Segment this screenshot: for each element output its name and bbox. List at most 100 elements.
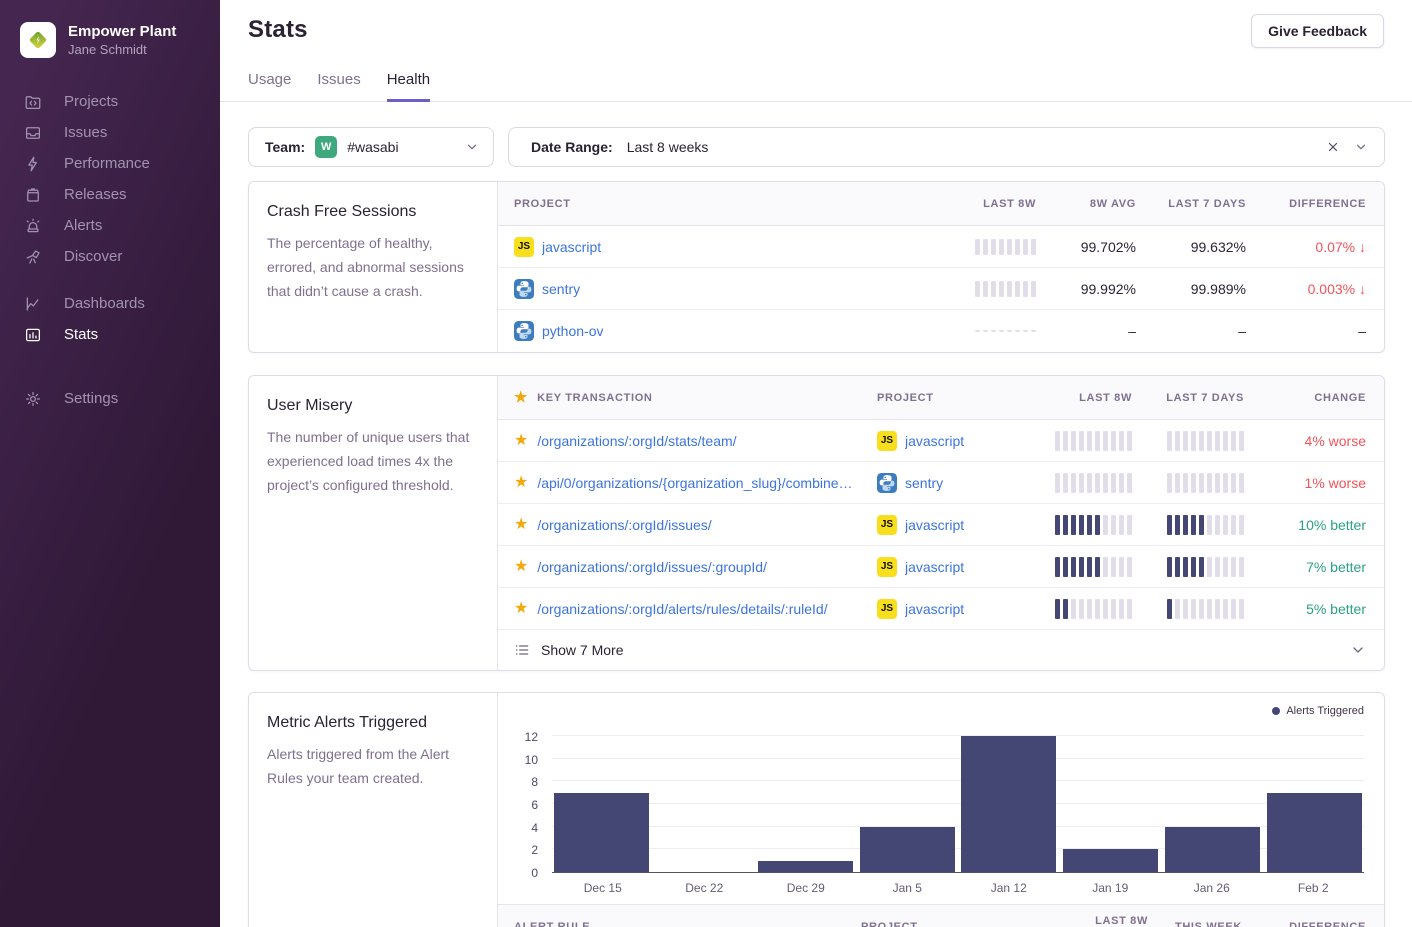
transaction-link[interactable]: /api/0/organizations/{organization_slug}…	[537, 475, 852, 491]
tabs-bar: Usage Issues Health	[220, 71, 1412, 102]
col-difference: DIFFERENCE	[1246, 198, 1366, 210]
alerts-chart-xlabels: Dec 15Dec 22Dec 29Jan 5Jan 12Jan 19Jan 2…	[552, 873, 1364, 904]
org-logo	[20, 22, 56, 58]
user-misery-panel: User Misery The number of unique users t…	[248, 375, 1385, 671]
date-range-value: Last 8 weeks	[627, 139, 709, 155]
panel-description: Alerts triggered from the Alert Rules yo…	[267, 742, 479, 790]
alerts-chart-yaxis: 024681012	[514, 723, 546, 873]
nav-divider-gap	[0, 272, 220, 288]
sidebar-item-alerts[interactable]: Alerts	[0, 210, 220, 241]
project-link[interactable]: sentry	[542, 281, 580, 297]
sidebar-item-label: Alerts	[64, 217, 102, 234]
sidebar-item-performance[interactable]: Performance	[0, 148, 220, 179]
project-link[interactable]: javascript	[905, 559, 964, 575]
chevron-down-icon[interactable]	[465, 140, 479, 154]
package-icon	[24, 186, 42, 204]
metric-alerts-panel: Metric Alerts Triggered Alerts triggered…	[248, 692, 1385, 927]
team-label: Team:	[265, 139, 305, 155]
sidebar-item-releases[interactable]: Releases	[0, 179, 220, 210]
metric-alerts-description: Metric Alerts Triggered Alerts triggered…	[249, 693, 498, 927]
javascript-platform-icon: JS	[877, 599, 897, 619]
project-link[interactable]: python-ov	[542, 323, 603, 339]
sidebar-item-discover[interactable]: Discover	[0, 241, 220, 272]
panel-title: Crash Free Sessions	[267, 203, 479, 221]
key-transaction-star-icon[interactable]: ★	[514, 601, 528, 617]
show-more-button[interactable]: Show 7 More	[498, 630, 1384, 670]
table-row: ★ /organizations/:orgId/alerts/rules/deta…	[498, 588, 1384, 630]
sidebar-item-stats[interactable]: Stats	[0, 319, 220, 350]
chevron-down-icon[interactable]	[1350, 642, 1366, 658]
sidebar-item-label: Releases	[64, 186, 127, 203]
table-header: PROJECT LAST 8W 8W AVG LAST 7 DAYS DIFFE…	[498, 182, 1384, 226]
avg-8w-value: –	[1036, 323, 1136, 339]
sidebar-item-projects[interactable]: Projects	[0, 86, 220, 117]
sidebar-item-label: Dashboards	[64, 295, 145, 312]
tab-issues[interactable]: Issues	[317, 71, 360, 102]
last-7d-value: –	[1136, 323, 1246, 339]
python-platform-icon	[514, 321, 534, 341]
panel-description: The percentage of healthy, errored, and …	[267, 231, 479, 303]
misery-sparkline-7d	[1167, 431, 1244, 451]
crash-free-description: Crash Free Sessions The percentage of he…	[249, 182, 498, 352]
javascript-platform-icon: JS	[514, 237, 534, 257]
clear-icon[interactable]	[1326, 140, 1340, 154]
javascript-platform-icon: JS	[877, 557, 897, 577]
sidebar-item-settings[interactable]: Settings	[0, 383, 220, 414]
panel-description: The number of unique users that experien…	[267, 425, 479, 497]
key-transaction-star-icon[interactable]: ★	[514, 475, 528, 491]
legend-dot-icon	[1272, 707, 1280, 715]
chevron-down-icon[interactable]	[1354, 140, 1368, 154]
alert-rules-table-header: ALERT RULE PROJECT LAST 8W AVERAGE THIS …	[498, 904, 1384, 927]
misery-sparkline-8w	[1055, 557, 1132, 577]
table-row: ★/organizations/:orgId/stats/team/ JSjav…	[498, 420, 1384, 462]
team-select[interactable]: Team: W #wasabi	[248, 127, 494, 167]
chart-legend[interactable]: Alerts Triggered	[514, 703, 1364, 719]
main-content: Stats Give Feedback Usage Issues Health …	[220, 0, 1412, 927]
col-difference: DIFFERENCE	[1242, 921, 1366, 927]
project-link[interactable]: javascript	[542, 239, 601, 255]
transaction-link[interactable]: /organizations/:orgId/issues/:groupId/	[537, 559, 767, 575]
sidebar-item-dashboards[interactable]: Dashboards	[0, 288, 220, 319]
table-row: ★/organizations/:orgId/issues/:groupId/ …	[498, 546, 1384, 588]
filters-row: Team: W #wasabi Date Range: Last 8 weeks	[248, 127, 1385, 167]
team-avatar: W	[315, 136, 337, 158]
col-this-week: THIS WEEK	[1148, 921, 1242, 927]
trend-down-icon: ↓	[1359, 281, 1366, 297]
key-transaction-star-icon[interactable]: ★	[514, 559, 528, 575]
col-last-8w: LAST 8W	[916, 198, 1036, 210]
key-transaction-star-icon[interactable]: ★	[514, 517, 528, 533]
project-link[interactable]: javascript	[905, 433, 964, 449]
show-more-label: Show 7 More	[541, 642, 623, 658]
transaction-link[interactable]: /organizations/:orgId/issues/	[537, 517, 711, 533]
project-link[interactable]: javascript	[905, 517, 964, 533]
misery-sparkline-7d	[1167, 473, 1244, 493]
misery-sparkline-8w	[1055, 431, 1132, 451]
project-link[interactable]: javascript	[905, 601, 964, 617]
org-user: Jane Schmidt	[68, 42, 176, 59]
lightning-icon	[24, 155, 42, 173]
key-transaction-star-icon[interactable]: ★	[514, 433, 528, 449]
misery-sparkline-7d	[1167, 599, 1244, 619]
inbox-icon	[24, 124, 42, 142]
alerts-chart: Alerts Triggered 024681012 Dec 15Dec 22D…	[498, 693, 1384, 904]
transaction-link[interactable]: /organizations/:orgId/stats/team/	[537, 433, 736, 449]
change-value: 1% worse	[1244, 475, 1366, 491]
give-feedback-button[interactable]: Give Feedback	[1251, 14, 1384, 48]
org-identity: Empower Plant Jane Schmidt	[68, 22, 176, 58]
python-platform-icon	[877, 473, 897, 493]
table-row: JS javascript 99.702% 99.632% 0.07% ↓	[498, 226, 1384, 268]
col-project: PROJECT	[514, 198, 916, 210]
project-link[interactable]: sentry	[905, 475, 943, 491]
alerts-chart-plot	[552, 723, 1364, 873]
transaction-link[interactable]: /organizations/:orgId/alerts/rules/detai…	[537, 601, 827, 617]
tab-usage[interactable]: Usage	[248, 71, 291, 102]
health-content: Team: W #wasabi Date Range: Last 8 weeks	[220, 102, 1412, 927]
date-range-select[interactable]: Date Range: Last 8 weeks	[508, 127, 1385, 167]
sidebar-item-issues[interactable]: Issues	[0, 117, 220, 148]
org-switcher[interactable]: Empower Plant Jane Schmidt	[0, 22, 220, 58]
tab-health[interactable]: Health	[387, 71, 430, 102]
sidebar-item-label: Performance	[64, 155, 150, 172]
date-range-label: Date Range:	[531, 139, 613, 155]
avg-8w-value: 99.992%	[1036, 281, 1136, 297]
sidebar-item-label: Projects	[64, 93, 118, 110]
